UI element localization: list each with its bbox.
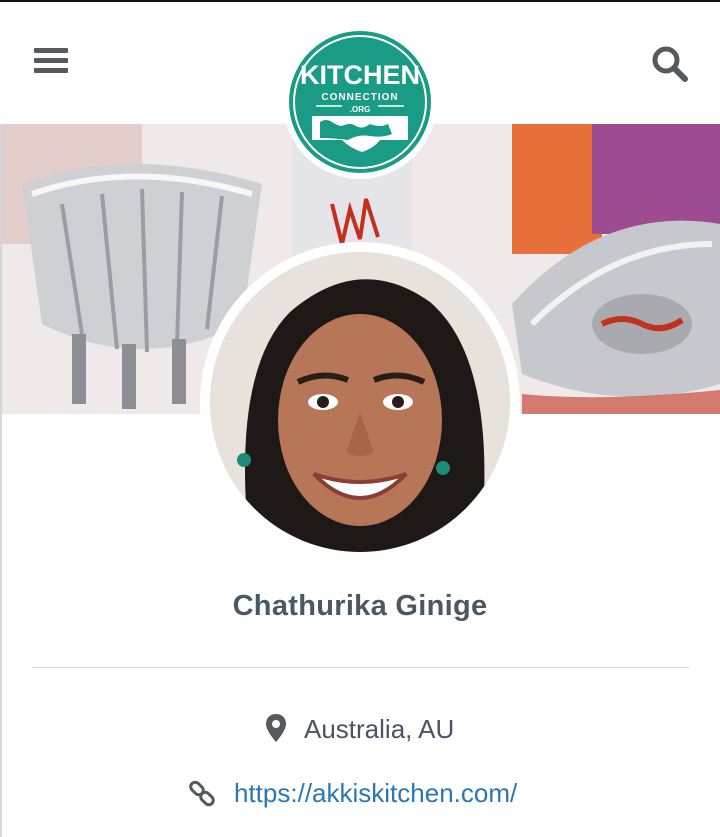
website-row: https://akkiskitchen.com/ — [0, 774, 720, 814]
profile-name: Chathurika Ginige — [232, 590, 488, 622]
app-screen: KITCHEN CONNECTION .ORG Chathurika Ginig… — [0, 0, 720, 837]
divider — [32, 667, 690, 668]
hamburger-menu-icon — [34, 48, 68, 53]
kitchen-connection-logo[interactable]: KITCHEN CONNECTION .ORG — [282, 24, 438, 180]
map-pin-icon — [266, 714, 286, 742]
avatar-ring — [200, 242, 520, 562]
logo-line1: KITCHEN — [300, 60, 420, 90]
logo-line3: .ORG — [350, 105, 370, 114]
logo-line2: CONNECTION — [321, 92, 398, 103]
profile-photo — [210, 252, 510, 552]
avatar[interactable] — [210, 252, 510, 552]
menu-button[interactable] — [34, 48, 68, 76]
website-link[interactable]: https://akkiskitchen.com/ — [234, 778, 517, 809]
link-icon — [189, 780, 215, 807]
location-text: Australia, AU — [304, 714, 455, 744]
location-row: Australia, AU — [0, 710, 720, 746]
search-icon[interactable] — [650, 44, 690, 84]
